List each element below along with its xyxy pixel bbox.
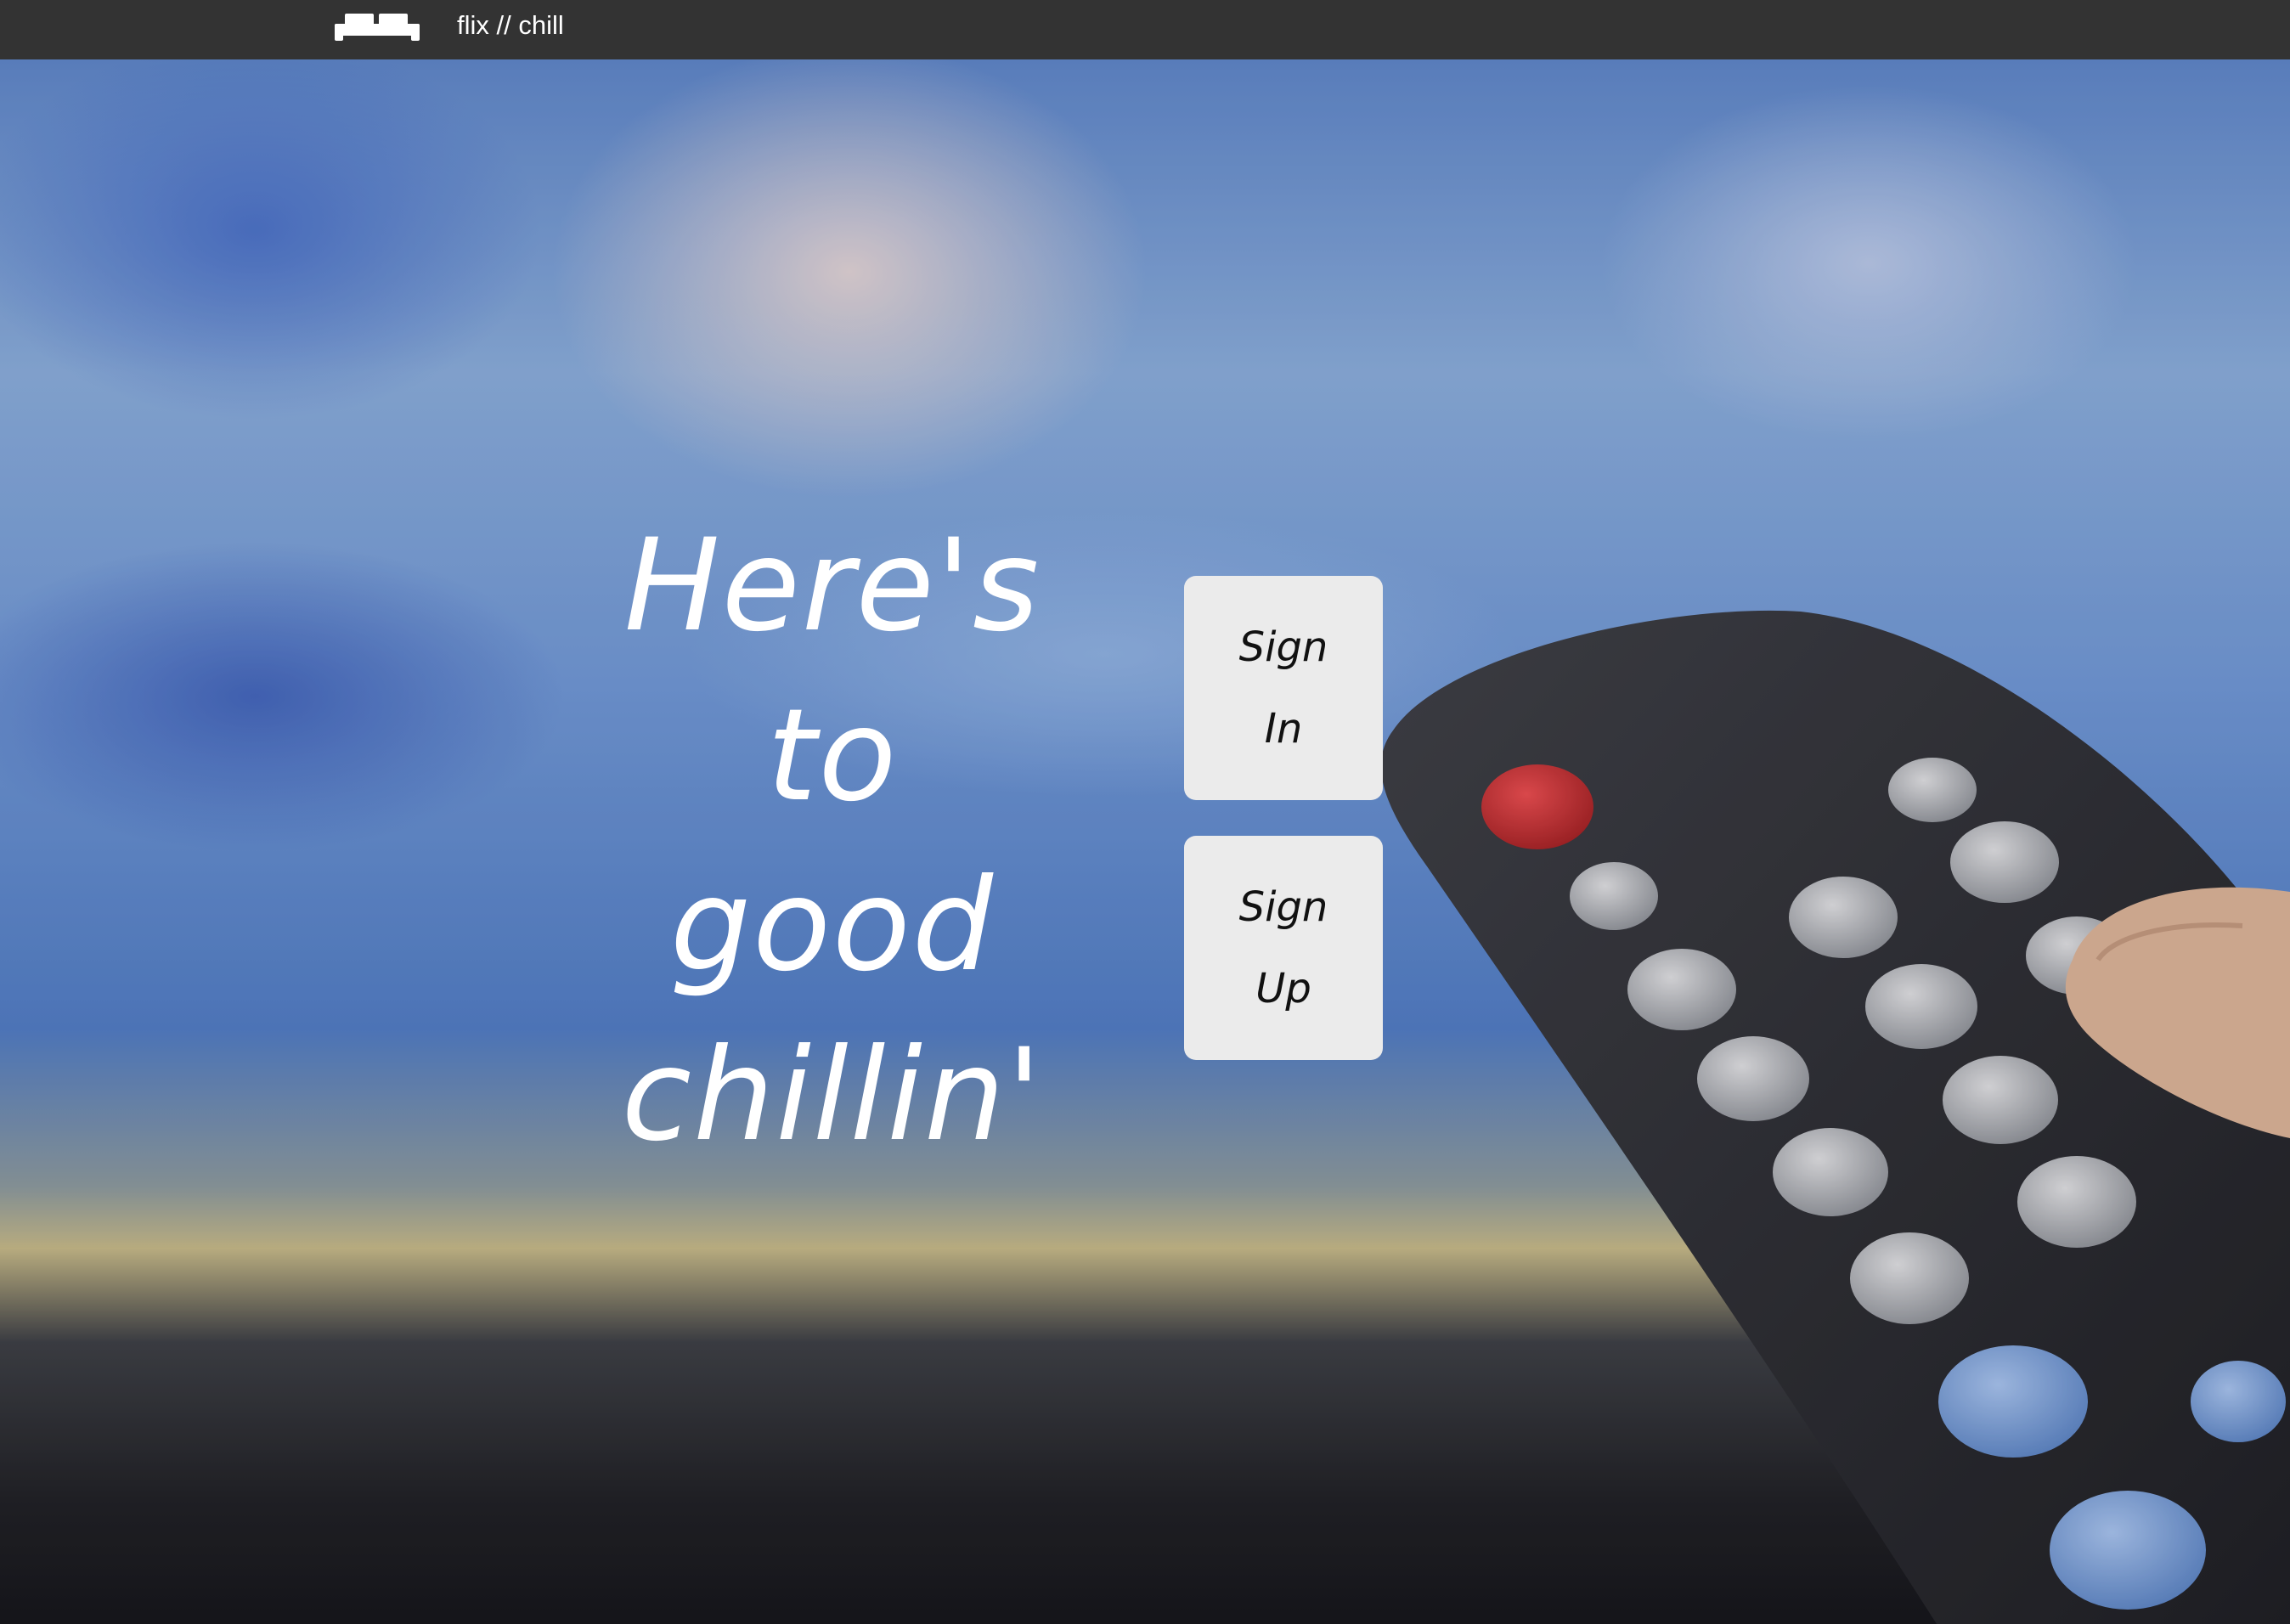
tagline-line: good: [670, 852, 995, 1000]
hero-section: Here's to good chillin': [0, 59, 2290, 1624]
tagline-line: to: [766, 682, 899, 830]
hero-overlay: [0, 59, 2290, 1624]
sign-up-label-line1: Sign: [1238, 883, 1328, 931]
hero-tagline: Here's to good chillin': [595, 501, 1070, 1181]
tagline-line: Here's: [623, 512, 1041, 660]
tagline-line: chillin': [621, 1022, 1044, 1170]
couch-icon[interactable]: [333, 12, 421, 42]
sign-up-label-line2: Up: [1255, 965, 1311, 1012]
top-navbar: flix // chill: [0, 0, 2290, 59]
sign-in-label-line1: Sign: [1238, 623, 1328, 671]
brand-name-link[interactable]: flix // chill: [457, 10, 564, 41]
sign-in-label-line2: In: [1264, 705, 1303, 753]
sign-in-button[interactable]: Sign In: [1184, 576, 1383, 800]
sign-up-button[interactable]: Sign Up: [1184, 836, 1383, 1060]
